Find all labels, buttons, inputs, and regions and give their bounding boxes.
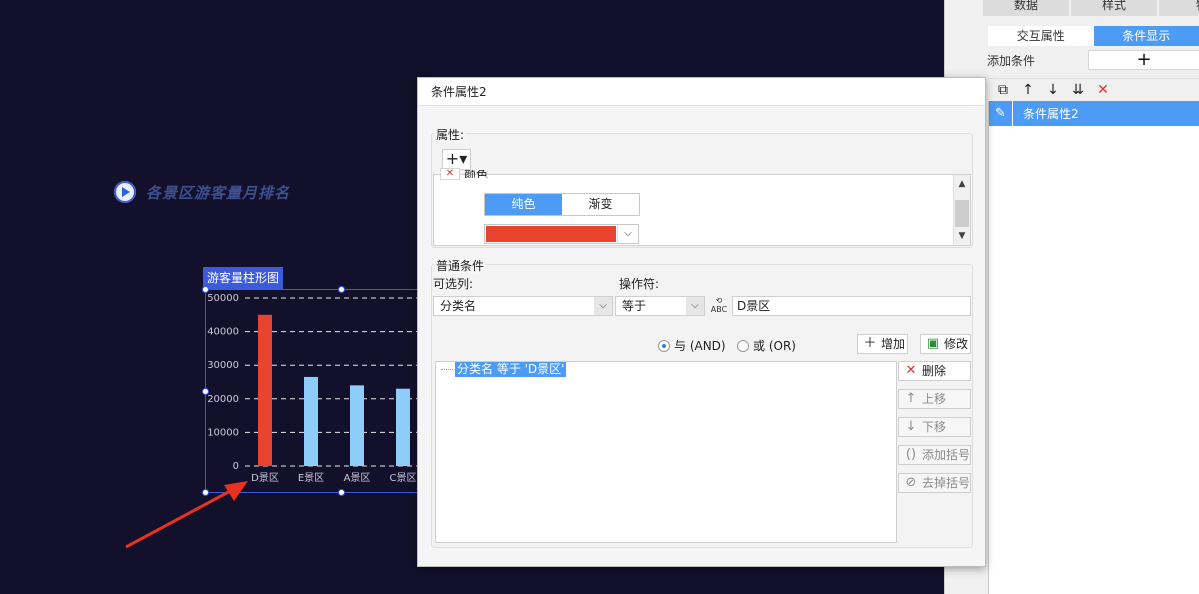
chevron-down-icon[interactable]: ⌵ (686, 297, 704, 315)
condition-toolbar: ⧉ ↑ ↓ ⇊ ✕ (988, 78, 1199, 100)
bar-chart: 50000 40000 30000 20000 10000 0 D景区 E景区 A景区 C景区 (207, 293, 420, 484)
scrollbar[interactable]: ▲ ▼ (953, 175, 970, 245)
scroll-down-icon[interactable]: ▼ (954, 229, 970, 243)
y-tick-label: 40000 (207, 327, 239, 338)
annotation-arrow (125, 481, 248, 549)
operator-select[interactable]: 等于 ⌵ (615, 296, 705, 316)
add-attribute-button[interactable]: +▾ (442, 149, 471, 170)
arrow-up-icon: ↑ (905, 391, 917, 406)
tree-connector (441, 369, 453, 370)
chart-bar (258, 314, 272, 466)
move-down-button[interactable]: ↓ 下移 (898, 417, 971, 437)
remove-bracket-button-label: 去掉括号 (922, 476, 971, 490)
column-select[interactable]: 分类名 ⌵ (433, 296, 613, 316)
solid-color-button[interactable]: 纯色 (485, 194, 562, 215)
arrow-up-icon[interactable]: ↑ (1019, 81, 1037, 99)
arrow-down-icon: ↓ (905, 419, 917, 434)
y-tick-label: 20000 (207, 394, 239, 405)
arrow-down-icon[interactable]: ↓ (1044, 81, 1062, 99)
scroll-thumb[interactable] (955, 200, 969, 227)
dialog-title: 条件属性2 (418, 78, 985, 106)
radio-and-label: 与 (AND) (674, 339, 726, 353)
bracket-icon: () (905, 447, 917, 462)
remove-bracket-button[interactable]: ⊘ 去掉括号 (898, 473, 971, 493)
chevron-down-icon[interactable]: ⌵ (594, 297, 612, 315)
tab-condition-display[interactable]: 条件显示 (1093, 26, 1199, 46)
radio-or-dot[interactable] (737, 339, 749, 352)
tab-style[interactable]: 样式 (1071, 0, 1157, 16)
attribute-row: ✕ 颜色 (440, 168, 488, 180)
y-tick-label: 0 (233, 461, 239, 472)
x-tick-label: C景区 (390, 472, 417, 484)
widget-tag[interactable]: 游客量柱形图 (203, 267, 284, 289)
add-bracket-button-label: 添加括号 (922, 448, 971, 462)
move-bottom-icon[interactable]: ⇊ (1069, 81, 1087, 99)
scroll-up-icon[interactable]: ▲ (954, 177, 970, 191)
tab-special[interactable]: 特 (1159, 0, 1199, 16)
copy-icon[interactable]: ⧉ (994, 81, 1012, 99)
operator-select-value: 等于 (622, 299, 647, 313)
delete-button-label: 删除 (922, 364, 947, 378)
chart-bar (304, 376, 318, 466)
chart-bar (396, 388, 410, 466)
y-tick-label: 50000 (207, 293, 239, 304)
x-tick-label: E景区 (298, 472, 324, 484)
value-type-icon[interactable]: ⟲ ABC (709, 296, 729, 316)
edit-icon: ▣ (926, 336, 940, 351)
chart-bar (350, 385, 364, 466)
remove-bracket-icon: ⊘ (905, 475, 917, 490)
attribute-name: 颜色 (464, 170, 489, 178)
pencil-icon[interactable]: ✎ (989, 101, 1013, 126)
attr-group-label: 属性: (434, 126, 467, 143)
gradient-button[interactable]: 渐变 (562, 194, 639, 215)
add-button[interactable]: ＋ 增加 (857, 334, 908, 354)
report-title: 各景区游客量月排名 (114, 181, 290, 203)
radio-and[interactable]: 与 (AND) (658, 337, 726, 354)
move-up-button[interactable]: ↑ 上移 (898, 389, 971, 409)
color-mode-toggle: 纯色 渐变 (484, 193, 640, 216)
modify-button[interactable]: ▣ 修改 (920, 334, 971, 354)
remove-attr-icon[interactable]: ✕ (440, 168, 460, 180)
radio-or[interactable]: 或 (OR) (737, 337, 796, 354)
column-label: 可选列: (433, 277, 474, 291)
y-tick-label: 10000 (207, 427, 239, 438)
delete-icon: ✕ (905, 363, 917, 378)
add-condition-button[interactable]: + (1088, 50, 1199, 70)
list-item[interactable]: ✎ 条件属性2 (989, 101, 1199, 126)
add-button-label: 增加 (881, 337, 906, 351)
delete-icon[interactable]: ✕ (1094, 81, 1112, 99)
play-icon (114, 181, 136, 203)
modify-button-label: 修改 (944, 337, 969, 351)
add-condition-label: 添加条件 (987, 54, 1036, 68)
move-up-button-label: 上移 (922, 392, 947, 406)
normal-condition-label: 普通条件 (434, 257, 487, 274)
report-title-text: 各景区游客量月排名 (146, 183, 291, 202)
condition-list: ✎ 条件属性2 (988, 101, 1199, 594)
color-swatch[interactable] (485, 225, 617, 243)
move-down-button-label: 下移 (922, 420, 947, 434)
condition-node[interactable]: 分类名 等于 'D景区' (455, 362, 567, 377)
sub-tab-bar: 交互属性 条件显示 (988, 26, 1199, 46)
chevron-down-icon[interactable]: ⌵ (617, 225, 638, 243)
list-item-label: 条件属性2 (1023, 107, 1079, 121)
radio-and-dot[interactable] (658, 339, 670, 352)
column-select-value: 分类名 (440, 299, 477, 313)
radio-or-label: 或 (OR) (753, 339, 796, 353)
tab-data[interactable]: 数据 (983, 0, 1069, 16)
top-tab-bar: 数据 样式 特 (983, 0, 1199, 16)
x-tick-label: A景区 (344, 472, 371, 484)
add-bracket-button[interactable]: () 添加括号 (898, 445, 971, 465)
condition-tree[interactable] (435, 361, 897, 543)
delete-button[interactable]: ✕ 删除 (898, 361, 971, 381)
color-picker[interactable]: ⌵ (484, 224, 639, 244)
plus-icon: ＋ (863, 336, 877, 351)
x-tick-label: D景区 (251, 472, 279, 484)
operator-label: 操作符: (619, 277, 660, 291)
y-tick-label: 30000 (207, 360, 239, 371)
condition-value-input[interactable]: D景区 (732, 296, 971, 316)
tab-interaction-props[interactable]: 交互属性 (988, 26, 1094, 46)
